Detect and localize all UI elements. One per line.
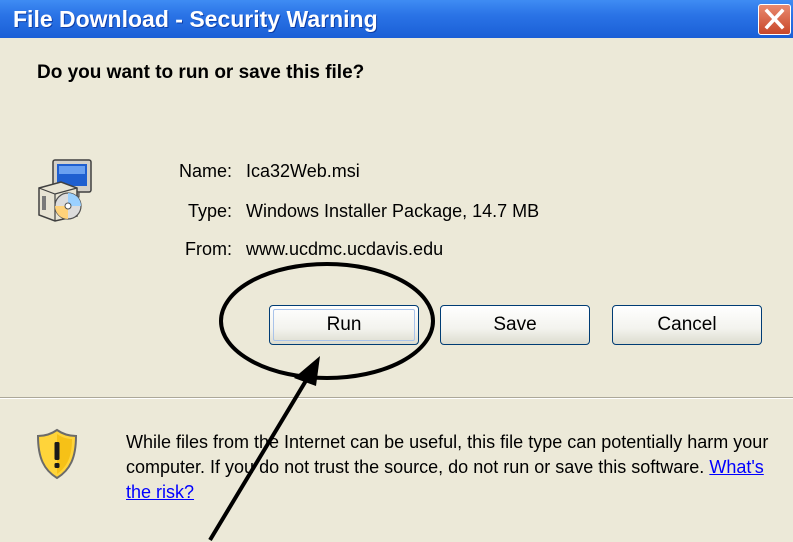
run-button[interactable]: Run [269,305,419,345]
security-warning-text: While files from the Internet can be use… [126,430,776,505]
section-divider-highlight [0,398,793,399]
cancel-button[interactable]: Cancel [612,305,762,345]
dialog-question: Do you want to run or save this file? [37,62,365,83]
shield-warning-icon [36,428,78,480]
run-button-label: Run [326,314,362,335]
type-value: Windows Installer Package, 14.7 MB [246,201,540,221]
name-value: Ica32Web.msi [246,161,360,181]
cancel-button-label: Cancel [657,314,717,335]
save-button-label: Save [493,314,537,335]
save-button[interactable]: Save [440,305,590,345]
title-bar[interactable]: File Download - Security Warning [0,0,793,38]
close-button[interactable] [758,4,791,35]
close-icon [764,8,785,30]
window-title: File Download - Security Warning [13,6,378,32]
warning-message: While files from the Internet can be use… [126,432,769,477]
from-label: From: [185,239,232,259]
from-value: www.ucdmc.ucdavis.edu [246,239,444,259]
name-label: Name: [178,161,232,181]
type-label: Type: [187,201,232,221]
